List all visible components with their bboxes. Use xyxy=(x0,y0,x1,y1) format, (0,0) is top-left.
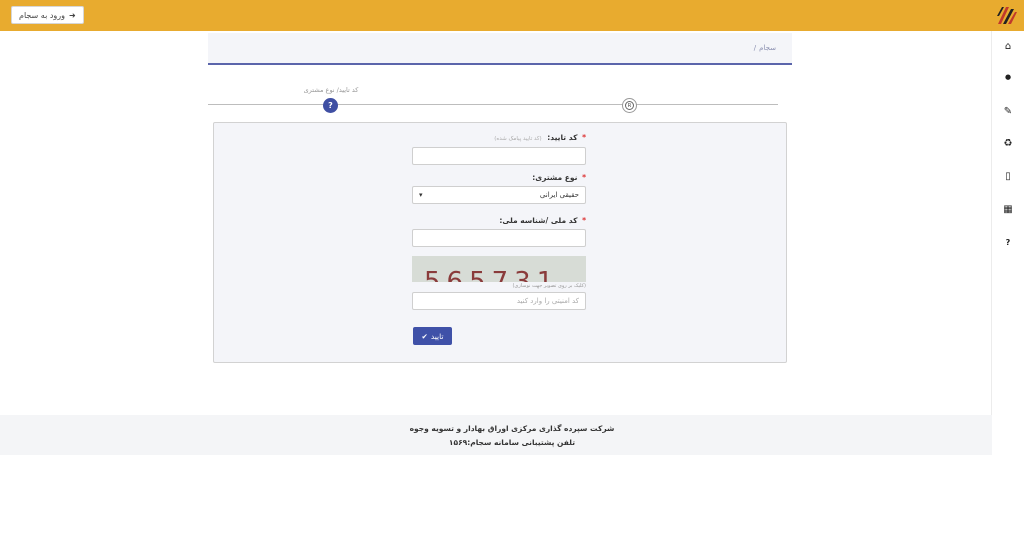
question-icon: ? xyxy=(1005,237,1011,247)
captcha-input[interactable] xyxy=(412,292,586,310)
sidebar-item-building[interactable]: ▦ xyxy=(992,197,1024,221)
chevron-down-icon: ▾ xyxy=(419,191,423,199)
captcha-hint: (کلیک بر روی تصویر جهت نوسازی) xyxy=(512,283,586,289)
footer-company: شرکت سپرده گذاری مرکزی اوراق بهادار و تس… xyxy=(409,424,615,433)
home-icon: ⌂ xyxy=(1004,40,1012,52)
customer-type-select[interactable]: حقیقی ایرانی ▾ xyxy=(412,186,586,204)
customer-type-selected: حقیقی ایرانی xyxy=(539,191,579,199)
customer-type-label: * نوع مشتری: xyxy=(532,173,586,182)
user-icon: ● xyxy=(1004,73,1012,81)
required-mark: * xyxy=(582,216,586,225)
breadcrumb-bar: سجام / xyxy=(208,33,792,65)
verification-code-input[interactable] xyxy=(412,147,586,165)
captcha-image[interactable]: 565731 xyxy=(412,256,586,282)
mobile-icon: ▯ xyxy=(1005,170,1011,182)
right-sidebar: ⌂ ● ✎ ♻ ▯ ▦ ? xyxy=(991,31,1024,455)
stepper-step-active: ? xyxy=(323,98,338,113)
edit-icon: ✎ xyxy=(1003,105,1013,117)
stepper-active-label: کد تایید/ نوع مشتری xyxy=(303,86,359,94)
sign-in-icon: ➜ xyxy=(69,10,76,20)
sidebar-item-help[interactable]: ? xyxy=(992,230,1024,254)
sejam-logo[interactable] xyxy=(996,4,1018,26)
required-mark: * xyxy=(582,173,586,182)
login-button-label: ورود به سجام xyxy=(19,10,66,20)
stepper-line xyxy=(208,104,778,105)
breadcrumb: سجام / xyxy=(208,33,792,63)
sidebar-item-home[interactable]: ⌂ xyxy=(992,34,1024,58)
login-button[interactable]: ➜ ورود به سجام xyxy=(11,6,84,24)
building-icon: ▦ xyxy=(1003,203,1013,215)
verification-form: * کد تایید: (کد تایید پیامک شده) * نوع م… xyxy=(213,122,787,363)
top-bar: ➜ ورود به سجام xyxy=(0,0,1024,31)
sidebar-item-refresh[interactable]: ♻ xyxy=(992,131,1024,155)
check-icon: ✔ xyxy=(421,331,428,341)
sidebar-item-mobile[interactable]: ▯ xyxy=(992,164,1024,188)
question-icon: ? xyxy=(328,101,333,110)
breadcrumb-separator: / xyxy=(753,44,757,52)
national-id-label: * کد ملی /شناسه ملی: xyxy=(499,216,586,225)
submit-button-label: تایید xyxy=(430,331,444,341)
recycle-icon: ♻ xyxy=(1003,137,1013,149)
submit-button[interactable]: تایید ✔ xyxy=(413,327,452,345)
sidebar-item-edit[interactable]: ✎ xyxy=(992,99,1024,123)
captcha-text: 565731 xyxy=(424,267,559,282)
verification-code-hint: (کد تایید پیامک شده) xyxy=(494,136,542,142)
sidebar-item-profile[interactable]: ● xyxy=(992,65,1024,89)
breadcrumb-item-sejam[interactable]: سجام xyxy=(759,44,776,52)
footer-support-phone: تلفن پشتیبانی سامانه سجام:۱۵۶۹ xyxy=(448,438,576,447)
stepper-step-idle: R xyxy=(622,98,637,113)
registered-icon: R xyxy=(625,101,634,110)
footer: شرکت سپرده گذاری مرکزی اوراق بهادار و تس… xyxy=(0,415,992,455)
verification-code-label: * کد تایید: (کد تایید پیامک شده) xyxy=(494,133,586,142)
required-mark: * xyxy=(582,133,586,142)
national-id-input[interactable] xyxy=(412,229,586,247)
